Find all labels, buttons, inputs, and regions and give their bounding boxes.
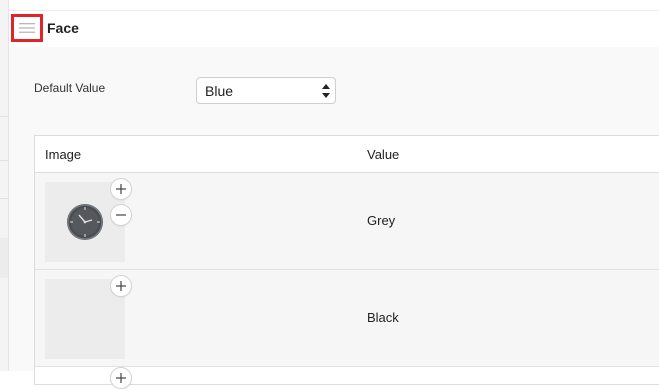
default-value-select[interactable]: Blue (196, 77, 336, 104)
select-arrows-icon (322, 84, 330, 98)
sidebar-divider (0, 116, 8, 117)
remove-image-button[interactable] (110, 204, 132, 226)
menu-toggle-button[interactable] (11, 14, 43, 42)
panel-body: Default Value Blue Image Value Grey Blac… (9, 47, 659, 389)
add-image-button[interactable] (110, 367, 132, 389)
panel-title: Face (47, 20, 79, 36)
sidebar-divider (0, 198, 8, 199)
table-row: Grey (35, 173, 659, 270)
plus-icon (116, 373, 126, 383)
add-image-button[interactable] (110, 178, 132, 200)
options-table: Image Value Grey Black (34, 135, 659, 389)
add-image-button[interactable] (110, 275, 132, 297)
sidebar-active-item[interactable] (0, 238, 8, 278)
left-sidebar-edge (0, 0, 9, 371)
clock-face-image (67, 204, 103, 240)
minus-icon (116, 214, 126, 216)
plus-icon (116, 281, 126, 291)
row-value: Grey (367, 213, 396, 228)
column-header-value: Value (367, 147, 400, 162)
plus-icon (116, 184, 126, 194)
sidebar-divider (0, 160, 8, 161)
row-value: Black (367, 310, 399, 325)
panel-header: Face (9, 10, 659, 48)
select-value: Blue (205, 83, 234, 99)
table-row: Black (35, 270, 659, 367)
default-value-label: Default Value (34, 81, 106, 95)
hamburger-icon (19, 23, 35, 33)
column-header-image: Image (45, 147, 82, 162)
table-header: Image Value (35, 136, 659, 173)
